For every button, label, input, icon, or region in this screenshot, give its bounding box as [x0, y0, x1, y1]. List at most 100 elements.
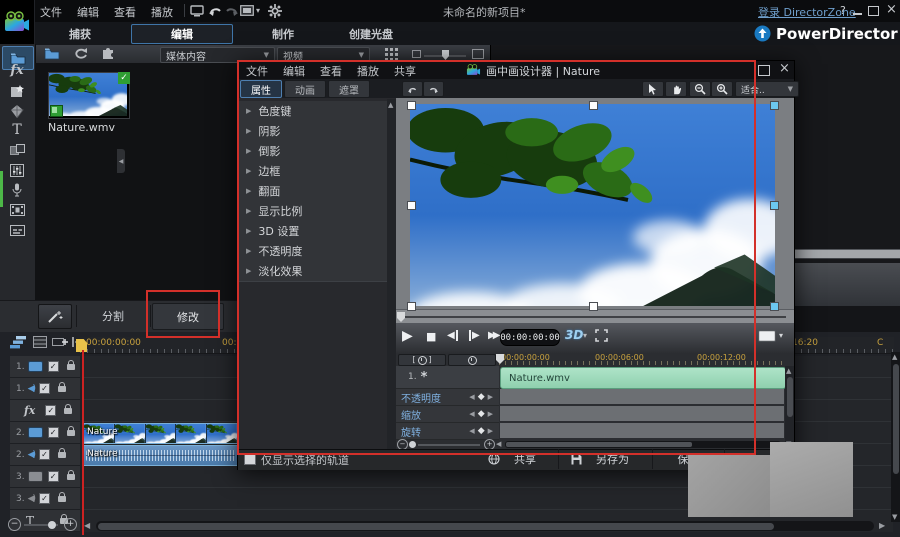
help-button[interactable]: ?	[840, 4, 846, 17]
timeline-audio-clip[interactable]: Nature	[83, 445, 238, 466]
aspect-badge-icon[interactable]	[240, 5, 254, 16]
lock-icon[interactable]	[58, 452, 66, 458]
fit-zoom-dropdown[interactable]: 适合.. ▼	[735, 81, 799, 97]
pip-vscrollbar-thumb[interactable]	[787, 377, 793, 417]
add-track-icon[interactable]	[52, 336, 68, 348]
property-item-chroma-key[interactable]: ▶色度键	[238, 101, 387, 122]
settings-gear-icon[interactable]	[268, 4, 282, 18]
sidebar-item-voiceover-room[interactable]	[2, 181, 32, 199]
property-item-reflection[interactable]: ▶倒影	[238, 141, 387, 162]
track-view-icon[interactable]	[33, 336, 47, 348]
restore-button[interactable]	[868, 6, 879, 16]
kf-row-opacity-header[interactable]: 不透明度 ◀ ◆ ▶	[396, 389, 499, 406]
track-header-fx[interactable]: fx ✓	[10, 400, 80, 422]
pip-hscroll-left-arrow[interactable]: ◀	[496, 440, 501, 448]
pip-video-canvas[interactable]	[410, 104, 775, 306]
sidebar-item-audio-mixing-room[interactable]	[2, 161, 32, 179]
stop-button[interactable]: ■	[426, 330, 436, 343]
sidebar-item-subtitle-room[interactable]	[2, 221, 32, 239]
redo-icon[interactable]	[224, 4, 239, 17]
kf-prev-icon[interactable]: ◀	[469, 410, 474, 418]
zoom-out-tool-button[interactable]	[689, 81, 711, 97]
fast-forward-button[interactable]: ▶▶	[488, 330, 497, 341]
dialog-menu-edit[interactable]: 编辑	[283, 63, 305, 79]
track-header-audio-2[interactable]: 2. ◀) ✓	[10, 444, 80, 466]
only-selected-tracks-checkbox[interactable]	[244, 453, 256, 465]
property-item-opacity[interactable]: ▶不透明度	[238, 241, 387, 262]
property-item-flip[interactable]: ▶翻面	[238, 181, 387, 202]
plugin-puzzle-icon[interactable]	[101, 47, 115, 60]
resize-handle-top-center[interactable]	[589, 101, 598, 110]
kf-add-icon[interactable]: ◆	[478, 426, 485, 436]
track-manager-icon[interactable]	[10, 336, 27, 349]
resize-handle-bottom-right[interactable]	[770, 302, 779, 311]
dialog-undo-button[interactable]	[402, 81, 423, 97]
pip-zoom-thumb[interactable]	[409, 441, 416, 448]
sidebar-item-pip-objects-room[interactable]	[2, 82, 32, 100]
duration-view-toggle[interactable]	[448, 354, 496, 366]
hscrollbar-thumb[interactable]	[98, 523, 774, 530]
kf-add-icon[interactable]: ◆	[478, 392, 485, 402]
sidebar-item-title-room[interactable]: T	[2, 121, 32, 139]
property-item-aspect[interactable]: ▶显示比例	[238, 201, 387, 222]
next-frame-button[interactable]: ▶	[469, 330, 480, 341]
play-button[interactable]: ▶	[402, 328, 413, 344]
pip-ruler[interactable]: 00:00:00:00 00:00:06:00 00:00:12:00	[499, 353, 784, 365]
share-button[interactable]: 共享	[476, 449, 559, 469]
track-enable-checkbox[interactable]: ✓	[39, 449, 50, 460]
track-header-video-2[interactable]: 2. ✓	[10, 422, 80, 444]
kf-next-icon[interactable]: ▶	[488, 427, 493, 435]
zoom-in-tool-button[interactable]	[711, 81, 733, 97]
3d-mode-caret-icon[interactable]: ▾	[583, 331, 587, 340]
lock-icon[interactable]	[58, 386, 66, 392]
library-collapse-handle[interactable]: ◀	[117, 149, 125, 173]
pip-hscrollbar-thumb[interactable]	[506, 442, 692, 447]
hand-tool-button[interactable]	[665, 81, 687, 97]
magic-wand-button[interactable]	[38, 304, 72, 329]
resize-handle-mid-right[interactable]	[770, 201, 779, 210]
timeline-zoom-in-icon[interactable]: +	[64, 518, 77, 531]
dialog-tab-properties[interactable]: 属性	[240, 80, 282, 98]
save-as-button[interactable]: 另存为	[559, 449, 653, 469]
undo-icon[interactable]	[208, 4, 223, 17]
split-button[interactable]: 分割	[78, 303, 148, 328]
kf-next-icon[interactable]: ▶	[488, 410, 493, 418]
vscrollbar-thumb[interactable]	[893, 364, 899, 474]
dialog-close-button[interactable]: ×	[779, 61, 790, 76]
menu-view[interactable]: 查看	[114, 4, 136, 20]
vscrollbar[interactable]: ▲ ▼	[891, 352, 900, 522]
preview-quality-caret-icon[interactable]: ▾	[779, 331, 783, 340]
kf-add-icon[interactable]: ◆	[478, 409, 485, 419]
pip-seekbar[interactable]	[396, 309, 794, 324]
modify-button[interactable]: 修改	[152, 303, 224, 330]
track-header-video-3[interactable]: 3. ✓	[10, 466, 80, 488]
track-enable-checkbox[interactable]: ✓	[48, 427, 59, 438]
select-tool-button[interactable]	[642, 81, 664, 97]
resize-handle-bottom-left[interactable]	[407, 302, 416, 311]
lock-icon[interactable]	[67, 364, 75, 370]
menu-file[interactable]: 文件	[40, 4, 62, 20]
sidebar-item-transition-room[interactable]	[2, 141, 32, 159]
pip-track-header[interactable]: 1. *	[396, 366, 499, 389]
lock-icon[interactable]	[67, 474, 75, 480]
track-enable-checkbox[interactable]: ✓	[45, 405, 56, 416]
resize-handle-top-right[interactable]	[770, 101, 779, 110]
fullscreen-icon[interactable]	[595, 329, 608, 342]
timecode-view-toggle[interactable]: []	[398, 354, 446, 366]
resize-handle-top-left[interactable]	[407, 101, 416, 110]
resize-handle-bottom-center[interactable]	[589, 302, 598, 311]
minimize-button[interactable]	[853, 13, 862, 15]
track-enable-checkbox[interactable]: ✓	[39, 493, 50, 504]
properties-scrollbar[interactable]: ▲	[387, 99, 396, 449]
dialog-redo-button[interactable]	[423, 81, 444, 97]
tab-produce[interactable]: 制作	[243, 24, 323, 43]
close-button[interactable]: ×	[886, 2, 897, 17]
pip-hscrollbar[interactable]	[505, 441, 781, 448]
pip-zoom-slider[interactable]	[418, 444, 480, 446]
track-header-audio-3[interactable]: 3. ◀) ✓	[10, 488, 80, 510]
kf-prev-icon[interactable]: ◀	[469, 427, 474, 435]
menu-play[interactable]: 播放	[151, 4, 173, 20]
kf-row-scale-header[interactable]: 缩放 ◀ ◆ ▶	[396, 406, 499, 423]
kf-prev-icon[interactable]: ◀	[469, 393, 474, 401]
pip-seekbar-thumb[interactable]	[397, 312, 405, 322]
